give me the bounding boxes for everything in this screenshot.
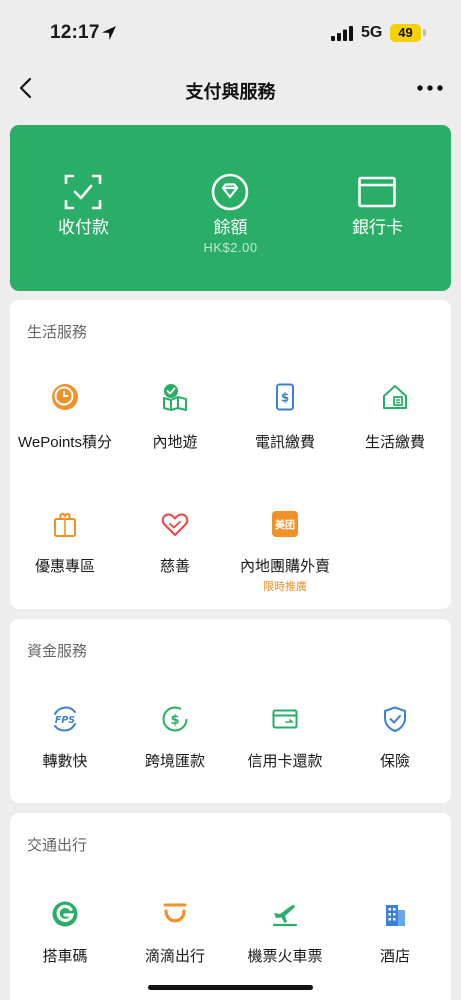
service-label: 優惠專區 <box>34 558 95 575</box>
service-plane-train[interactable]: 機票火車票 <box>230 900 340 965</box>
bank-card-button[interactable]: 銀行卡 <box>321 125 434 291</box>
service-hotel[interactable]: 酒店 <box>340 900 450 965</box>
section-title: 資金服務 <box>27 643 88 660</box>
plane-train-icon <box>272 905 298 927</box>
service-cross-border-remit[interactable]: $ 跨境匯款 <box>120 705 230 770</box>
svg-text:$: $ <box>170 713 179 728</box>
more-options-icon[interactable] <box>416 84 444 92</box>
service-label: WePoints積分 <box>18 434 112 451</box>
service-mobile-topup[interactable]: $ 電訊繳費 <box>230 383 340 451</box>
charity-heart-icon <box>161 513 189 536</box>
service-label: 跨境匯款 <box>144 753 205 770</box>
balance-label: 餘額 <box>213 218 248 237</box>
service-charity[interactable]: 慈善 <box>120 510 230 575</box>
svg-text:$: $ <box>281 391 289 405</box>
balance-button[interactable]: 餘額 HK$2.00 <box>174 125 287 291</box>
network-type: 5G <box>361 24 383 41</box>
service-wepoints[interactable]: WePoints積分 <box>10 383 120 451</box>
diamond-wallet-icon <box>211 173 249 211</box>
meituan-icon: 美团 <box>272 511 298 537</box>
service-label: 生活繳費 <box>364 434 425 451</box>
service-label: 轉數快 <box>42 753 88 770</box>
cross-border-remit-icon: $ <box>162 706 188 732</box>
status-time: 12:17 <box>50 22 100 43</box>
service-utility-bill[interactable]: 生活繳費 <box>340 383 450 451</box>
battery-tip <box>423 29 426 36</box>
fps-icon: FPS <box>54 706 76 732</box>
service-label: 電訊繳費 <box>254 434 315 451</box>
status-bar: 12:17 5G 49 <box>0 0 461 66</box>
svg-text:FPS: FPS <box>55 715 75 726</box>
finance-services-card: 資金服務 FPS 轉數快 $ 跨境匯款 信用卡還款 保險 <box>10 619 451 803</box>
utility-bill-icon <box>383 385 407 409</box>
wallet-card: 收付款 餘額 HK$2.00 銀行卡 <box>10 125 451 291</box>
scan-qr-icon <box>64 174 102 210</box>
mobile-topup-icon: $ <box>276 383 294 411</box>
service-label: 酒店 <box>379 948 410 965</box>
service-label: 保險 <box>379 753 410 770</box>
service-offers[interactable]: 優惠專區 <box>10 510 120 575</box>
service-label: 機票火車票 <box>247 948 323 965</box>
collect-pay-button[interactable]: 收付款 <box>27 125 140 291</box>
service-label: 慈善 <box>159 558 190 575</box>
hotel-icon <box>386 905 405 926</box>
insurance-shield-icon <box>384 706 406 732</box>
home-indicator[interactable] <box>148 985 313 990</box>
credit-card-repay-icon <box>272 709 298 729</box>
service-mainland-groupbuy[interactable]: 美团 內地團購外賣 限時推廣 <box>230 510 340 593</box>
bank-card-icon <box>358 176 396 208</box>
service-credit-card-repay[interactable]: 信用卡還款 <box>230 705 340 770</box>
didi-icon <box>163 903 187 923</box>
wepoints-coin-icon <box>52 384 78 410</box>
service-label: 滴滴出行 <box>144 948 205 965</box>
service-ride-code[interactable]: 搭車碼 <box>10 900 120 965</box>
service-didi[interactable]: 滴滴出行 <box>120 900 230 965</box>
transport-services-card: 交通出行 搭車碼 滴滴出行 機票火車票 酒店 <box>10 813 451 1000</box>
service-label: 內地遊 <box>152 434 198 451</box>
balance-value: HK$2.00 <box>203 240 258 255</box>
ride-code-icon <box>52 901 78 927</box>
service-fps[interactable]: FPS 轉數快 <box>10 705 120 770</box>
service-label: 信用卡還款 <box>247 753 323 770</box>
bank-card-label: 銀行卡 <box>352 218 403 237</box>
section-title: 交通出行 <box>27 837 88 854</box>
location-arrow-icon <box>102 26 116 40</box>
cellular-signal-icon <box>331 26 353 41</box>
collect-pay-label: 收付款 <box>58 218 109 237</box>
promo-tag: 限時推廣 <box>263 581 307 593</box>
battery-level: 49 <box>390 24 421 42</box>
service-label: 內地團購外賣 <box>239 558 330 575</box>
service-mainland-travel[interactable]: 內地遊 <box>120 383 230 451</box>
service-insurance[interactable]: 保險 <box>340 705 450 770</box>
life-services-card: 生活服務 WePoints積分 內地遊 $ 電訊繳費 生活繳費 優惠專區 慈善 … <box>10 300 451 609</box>
section-title: 生活服務 <box>27 324 88 341</box>
offers-bag-icon <box>54 512 76 537</box>
mainland-travel-icon <box>163 384 187 411</box>
svg-text:美团: 美团 <box>275 519 295 532</box>
service-label: 搭車碼 <box>42 948 88 965</box>
page-title: 支付與服務 <box>185 82 276 102</box>
